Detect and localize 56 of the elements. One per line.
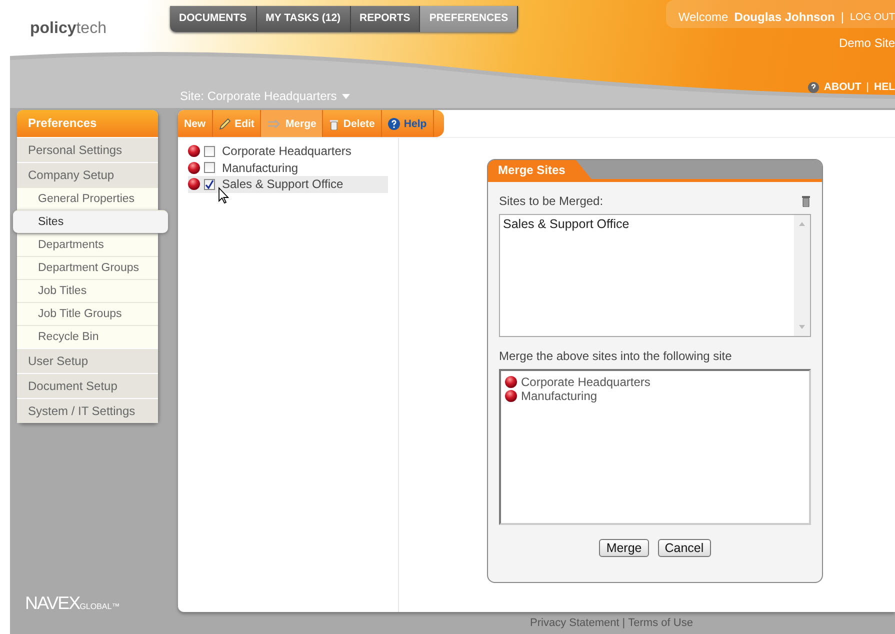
divider-text: | — [866, 81, 869, 93]
welcome-text: Welcome — [678, 10, 728, 24]
merged-sites-list[interactable]: Sales & Support Office — [499, 214, 811, 337]
list-item: Sales & Support Office — [503, 217, 630, 231]
sidebar-item[interactable]: Company Setup — [17, 162, 158, 187]
brand-logo: NAVEXGLOBAL™ — [24, 593, 121, 615]
site-name: Demo Site — [838, 36, 895, 50]
divider-text: | — [622, 617, 626, 629]
sidebar-subitem[interactable]: Department Groups — [17, 256, 158, 279]
divider-text: | — [840, 10, 844, 24]
sidebar-subitem[interactable]: Sites — [13, 210, 168, 233]
dialog-button[interactable]: Cancel — [658, 539, 711, 557]
sidebar-item[interactable]: Document Setup — [17, 373, 158, 398]
logo[interactable]: policytech — [30, 20, 106, 37]
sidebar-subitem[interactable]: Job Title Groups — [17, 302, 158, 325]
sidebar-title: Preferences — [17, 110, 158, 137]
caret-icon — [342, 94, 350, 98]
trash-icon — [329, 118, 340, 130]
user-name: Douglas Johnson — [734, 10, 835, 24]
checkbox[interactable] — [204, 178, 215, 190]
sidebar-subitem[interactable]: Departments — [17, 233, 158, 256]
privacy-link[interactable]: Privacy Statement — [530, 617, 620, 629]
nav-tab[interactable]: DOCUMENTS — [170, 6, 257, 32]
checkbox[interactable] — [204, 146, 215, 157]
terms-link[interactable]: Terms of Use — [628, 617, 693, 629]
list-item[interactable]: Corporate Headquarters — [521, 375, 650, 389]
list-item[interactable]: Manufacturing — [521, 389, 598, 403]
site-name[interactable]: Corporate Headquarters — [222, 144, 352, 158]
sidebar-item[interactable]: User Setup — [17, 348, 158, 373]
checkbox[interactable] — [204, 162, 215, 174]
dialog-button[interactable]: Merge — [599, 539, 649, 557]
nav-tab[interactable]: PREFERENCES — [420, 6, 518, 32]
status-ball-icon — [188, 162, 200, 174]
dialog-title: Merge Sites — [488, 160, 592, 179]
sidebar-item[interactable]: System / IT Settings — [17, 398, 158, 423]
help-icon — [388, 118, 400, 130]
status-ball-icon — [505, 376, 517, 388]
status-ball-icon — [505, 390, 517, 402]
field-label: Merge the above sites into the following site — [499, 349, 732, 363]
toolbar-button[interactable]: Help — [382, 110, 434, 137]
status-ball-icon — [188, 178, 200, 190]
pencil-icon — [218, 118, 231, 130]
sidebar-subitem[interactable]: General Properties — [17, 187, 158, 210]
status-ball-icon — [188, 145, 200, 158]
sidebar-subitem[interactable]: Recycle Bin — [17, 325, 158, 348]
site-name[interactable]: Manufacturing — [222, 160, 298, 175]
sidebar-subitem[interactable]: Job Titles — [17, 279, 158, 302]
nav-tab[interactable]: REPORTS — [350, 6, 420, 32]
arrow-icon — [267, 118, 282, 128]
scrollbar[interactable] — [794, 215, 810, 336]
help-icon — [808, 82, 819, 92]
nav-tab[interactable]: MY TASKS (12) — [256, 6, 351, 32]
field-label: Sites to be Merged: — [499, 194, 604, 208]
pointer-icon — [218, 187, 229, 204]
trash-icon[interactable] — [801, 195, 811, 207]
sidebar-item[interactable]: Personal Settings — [17, 137, 158, 162]
